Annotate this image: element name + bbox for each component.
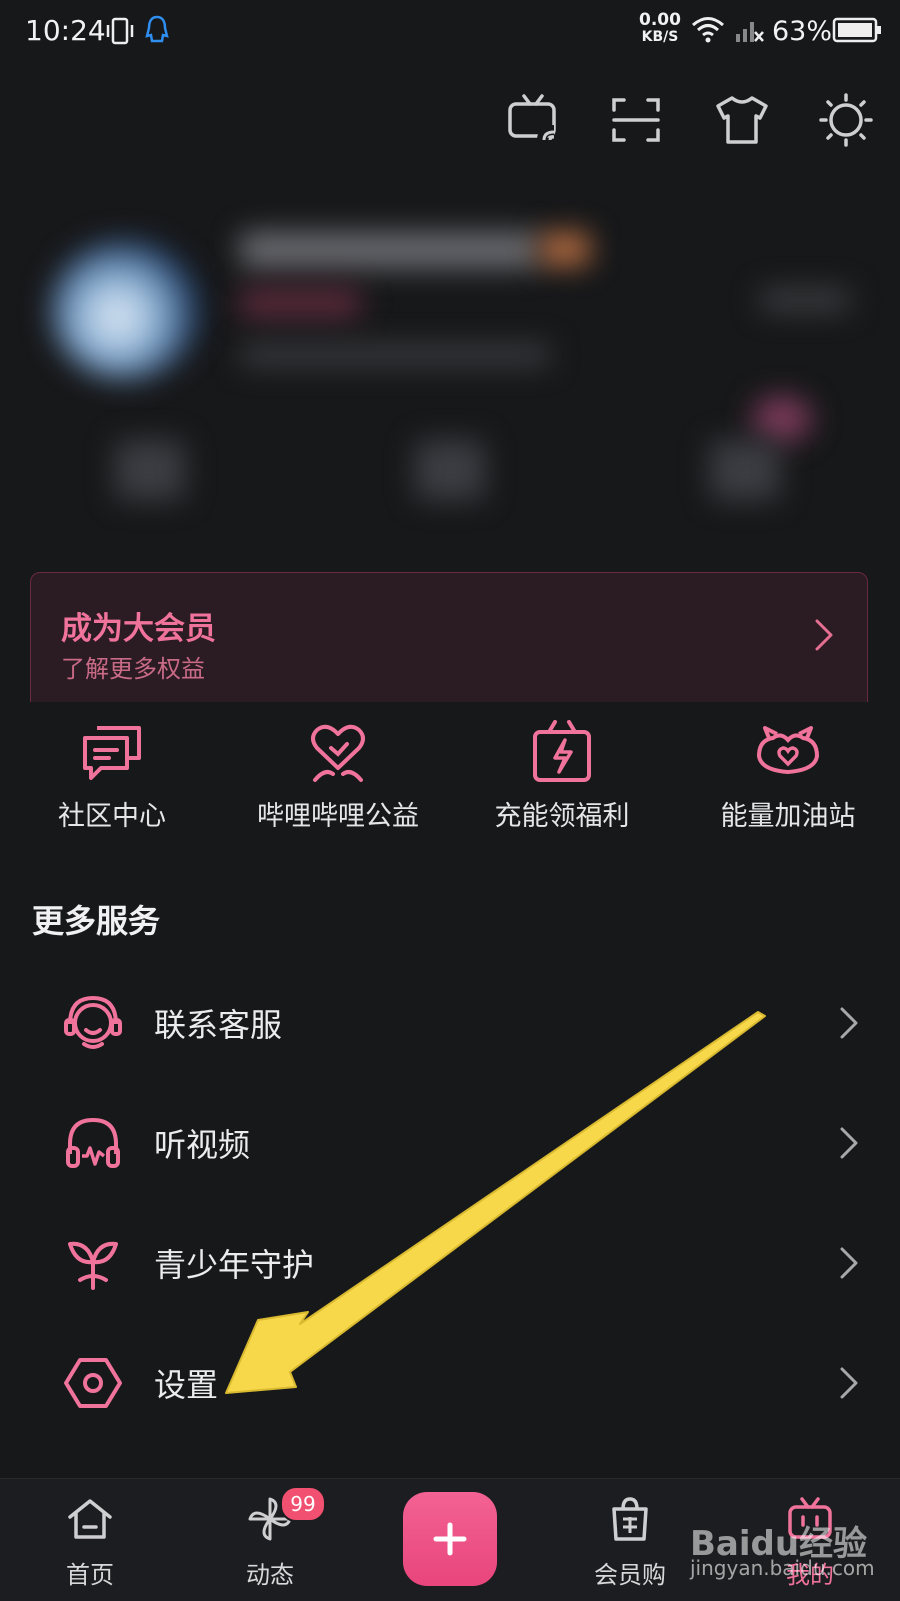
nav-vip-shop[interactable]: 会员购 [560, 1479, 700, 1601]
nav-label: 动态 [246, 1561, 294, 1589]
home-icon [68, 1499, 112, 1539]
nav-home[interactable]: 首页 [20, 1479, 160, 1601]
watermark-url: jingyan.baidu.com [690, 1556, 875, 1580]
annotation-arrow [225, 1011, 766, 1394]
notification-badge: 99 [280, 1486, 326, 1522]
add-button[interactable] [403, 1492, 497, 1586]
nav-label: 会员购 [594, 1561, 666, 1589]
shopping-bag-icon [612, 1497, 648, 1541]
plus-icon [433, 1522, 467, 1556]
nav-label: 首页 [66, 1561, 114, 1589]
